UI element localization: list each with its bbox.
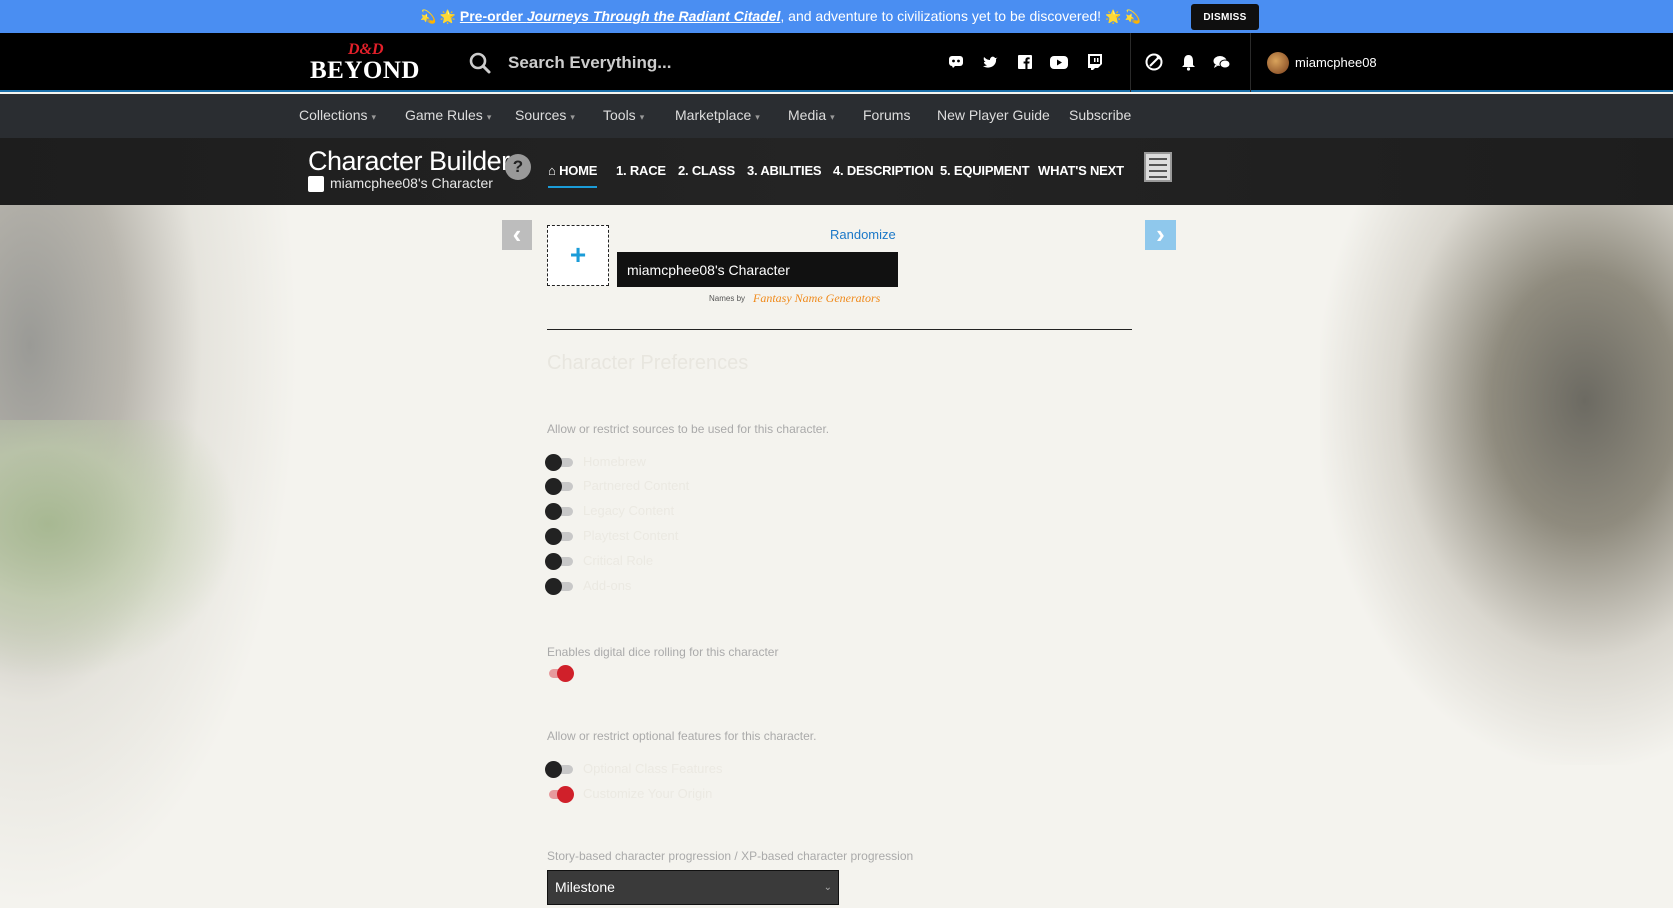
nav-label: Media bbox=[788, 107, 827, 123]
logo-beyond: BEYOND bbox=[310, 57, 420, 84]
step-whats-next[interactable]: WHAT'S NEXT bbox=[1038, 163, 1124, 178]
promo-text: 💫 🌟 Pre-order Journeys Through the Radia… bbox=[420, 8, 1141, 25]
toggle-optional-class-features[interactable] bbox=[545, 761, 575, 778]
promo-link[interactable]: Pre-order Journeys Through the Radiant C… bbox=[460, 8, 781, 24]
dice-icon[interactable] bbox=[1143, 51, 1165, 73]
promo-link-prefix: Pre-order bbox=[459, 8, 527, 24]
home-icon: ⌂ bbox=[548, 163, 556, 178]
caret-down-icon: ▾ bbox=[755, 112, 760, 122]
nav-item-forums[interactable]: Forums bbox=[863, 107, 910, 123]
username[interactable]: miamcphee08 bbox=[1295, 55, 1377, 70]
youtube-icon[interactable] bbox=[1048, 51, 1070, 73]
nav-item-collections[interactable]: Collections ▾ bbox=[299, 107, 376, 123]
character-thumb bbox=[308, 176, 324, 192]
optional-features-description: Allow or restrict optional features for … bbox=[547, 729, 817, 743]
dismiss-button[interactable]: DISMISS bbox=[1191, 4, 1259, 30]
character-sheet-icon[interactable] bbox=[1144, 152, 1172, 182]
names-by-label: Names by bbox=[709, 294, 746, 303]
discord-icon[interactable] bbox=[945, 51, 967, 73]
toggle-dice-rolling[interactable] bbox=[545, 665, 575, 682]
add-portrait-button[interactable]: + bbox=[547, 225, 609, 286]
green-dice-art bbox=[0, 420, 240, 680]
toggle-homebrew[interactable] bbox=[545, 454, 575, 471]
prev-arrow-icon[interactable]: ‹ bbox=[502, 220, 532, 250]
toggle-customize-origin[interactable] bbox=[545, 786, 575, 803]
step-equipment[interactable]: 5. EQUIPMENT bbox=[940, 163, 1030, 178]
toggle-label: Critical Role bbox=[583, 553, 654, 568]
help-icon[interactable]: ? bbox=[505, 154, 531, 180]
toggle-critical-role[interactable] bbox=[545, 553, 575, 570]
toggle-label: Optional Class Features bbox=[583, 761, 723, 776]
caret-down-icon: ▾ bbox=[570, 112, 575, 122]
nav-item-tools[interactable]: Tools ▾ bbox=[603, 107, 644, 123]
search-icon[interactable] bbox=[468, 51, 492, 75]
toggle-label: Customize Your Origin bbox=[583, 786, 713, 801]
character-name-input[interactable] bbox=[617, 252, 898, 287]
toggle-label: Add-ons bbox=[583, 578, 632, 593]
caret-down-icon: ▾ bbox=[486, 112, 492, 122]
nav-label: Sources bbox=[515, 107, 567, 123]
dwarf-warrior-art bbox=[1320, 205, 1673, 765]
nav-label: Game Rules bbox=[405, 107, 483, 123]
step-class[interactable]: 2. CLASS bbox=[678, 163, 735, 178]
builder-bar: Character Builder miamcphee08's Characte… bbox=[0, 138, 1673, 205]
character-name-label: miamcphee08's Character bbox=[330, 175, 493, 191]
toggle-label: Partnered Content bbox=[583, 478, 690, 493]
twitter-icon[interactable] bbox=[980, 51, 1002, 73]
promo-rest: , and adventure to civilizations yet to … bbox=[780, 8, 1102, 24]
step-race[interactable]: 1. RACE bbox=[616, 163, 666, 178]
step-label: HOME bbox=[559, 163, 598, 178]
toggle-label: Legacy Content bbox=[583, 503, 675, 518]
progression-value: Milestone bbox=[555, 879, 615, 895]
promo-link-title: Journeys Through the Radiant Citadel bbox=[526, 8, 781, 24]
page-title: Character Builder bbox=[308, 146, 510, 176]
nav-item-subscribe[interactable]: Subscribe bbox=[1069, 107, 1131, 123]
step-abilities[interactable]: 3. ABILITIES bbox=[747, 163, 822, 178]
nav-item-marketplace[interactable]: Marketplace ▾ bbox=[675, 107, 760, 123]
search-input[interactable] bbox=[508, 47, 888, 79]
next-arrow-icon[interactable]: › bbox=[1145, 220, 1176, 250]
toggle-label: Playtest Content bbox=[583, 528, 679, 543]
toggle-add-ons[interactable] bbox=[545, 578, 575, 595]
nav-label: Marketplace bbox=[675, 107, 752, 123]
header-divider bbox=[1250, 33, 1251, 92]
fantasy-name-generators-link[interactable]: Fantasy Name Generators bbox=[753, 291, 880, 306]
toggle-label: Homebrew bbox=[583, 454, 646, 469]
caret-down-icon: ▾ bbox=[371, 112, 377, 122]
header-divider bbox=[1130, 33, 1131, 92]
nav-item-media[interactable]: Media ▾ bbox=[788, 107, 835, 123]
caret-down-icon: ▾ bbox=[639, 112, 645, 122]
facebook-icon[interactable] bbox=[1014, 51, 1036, 73]
toggle-partnered-content[interactable] bbox=[545, 478, 575, 495]
sources-description: Allow or restrict sources to be used for… bbox=[547, 422, 830, 436]
site-header: D&D BEYOND miamcphee08 bbox=[0, 33, 1673, 92]
promo-emoji-right: 🌟 💫 bbox=[1104, 9, 1141, 24]
nav-item-new-player-guide[interactable]: New Player Guide bbox=[937, 107, 1050, 123]
progression-description: Story-based character progression / XP-b… bbox=[547, 849, 914, 863]
chat-icon[interactable] bbox=[1211, 51, 1233, 73]
progression-select[interactable]: Milestone ⌄ bbox=[547, 870, 839, 905]
main-nav: Collections ▾ Game Rules ▾ Sources ▾ Tools ▾… bbox=[0, 94, 1673, 138]
chevron-down-icon: ⌄ bbox=[823, 882, 832, 893]
bell-icon[interactable] bbox=[1177, 51, 1199, 73]
promo-emoji-left: 💫 🌟 bbox=[420, 9, 456, 24]
toggle-legacy-content[interactable] bbox=[545, 503, 575, 520]
section-title: Character Preferences bbox=[547, 352, 749, 374]
dice-description: Enables digital dice rolling for this ch… bbox=[547, 645, 779, 659]
randomize-link[interactable]: Randomize bbox=[830, 227, 896, 242]
avatar[interactable] bbox=[1267, 52, 1289, 74]
twitch-icon[interactable] bbox=[1083, 51, 1105, 73]
promo-banner: 💫 🌟 Pre-order Journeys Through the Radia… bbox=[0, 0, 1673, 33]
nav-item-sources[interactable]: Sources ▾ bbox=[515, 107, 575, 123]
toggle-playtest-content[interactable] bbox=[545, 528, 575, 545]
dnd-beyond-logo[interactable]: D&D BEYOND bbox=[310, 41, 426, 85]
nav-label: Collections bbox=[299, 107, 368, 123]
step-description[interactable]: 4. DESCRIPTION bbox=[833, 163, 934, 178]
caret-down-icon: ▾ bbox=[830, 112, 835, 122]
nav-item-game-rules[interactable]: Game Rules ▾ bbox=[405, 107, 491, 123]
divider bbox=[547, 329, 1132, 330]
nav-label: Tools bbox=[603, 107, 636, 123]
step-home[interactable]: ⌂ HOME bbox=[548, 163, 598, 188]
